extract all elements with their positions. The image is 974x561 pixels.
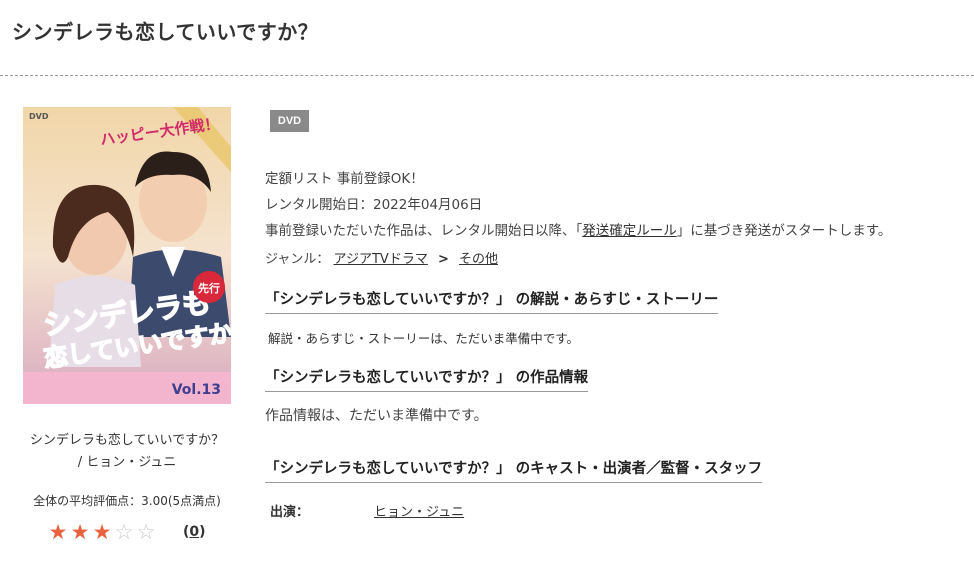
star-icon-empty: ☆ <box>136 520 156 544</box>
review-count: (0) <box>183 524 206 540</box>
fixed-list-text: 定額リスト 事前登録OK！ <box>265 171 424 187</box>
cover-illustration: ハッピー大作戦！ シンデレラも 恋していいですか? 先行 Vol.13 DVD <box>23 107 231 404</box>
caption-title: シンデレラも恋していいですか？ <box>29 433 225 448</box>
cover-volume-text: Vol.13 <box>172 382 221 398</box>
synopsis-heading: 「シンデレラも恋していいですか？」 の解説・あらすじ・ストーリー <box>265 288 719 314</box>
cover-caption: シンデレラも恋していいですか？ / ヒョン・ジュニ <box>0 430 254 474</box>
shipping-rule-link[interactable]: 発送確定ルール <box>582 223 677 239</box>
caption-artist: / ヒョン・ジュニ <box>77 455 177 470</box>
genre-label: ジャンル： <box>265 252 330 267</box>
breadcrumb-separator: > <box>437 252 449 267</box>
cast-heading: 「シンデレラも恋していいですか？」 のキャスト・出演者／監督・スタッフ <box>265 457 763 483</box>
synopsis-text: 解説・あらすじ・ストーリーは、ただいま準備中です。 <box>268 331 580 346</box>
star-icon-filled: ★ <box>92 520 112 544</box>
svg-text:DVD: DVD <box>29 112 49 121</box>
cast-label: 出演： <box>270 505 310 520</box>
review-count-link[interactable]: 0 <box>189 524 199 540</box>
work-info-text: 作品情報は、ただいま準備中です。 <box>265 408 488 424</box>
genre-link-asia-tv-drama[interactable]: アジアTVドラマ <box>334 252 428 267</box>
preregister-notice: 事前登録いただいた作品は、レンタル開始日以降、「発送確定ルール」に基づき発送がス… <box>265 223 892 239</box>
genre-row: ジャンル： アジアTVドラマ > その他 <box>265 248 498 267</box>
format-badge: DVD <box>270 110 309 132</box>
cover-badge-text: 先行 <box>198 281 220 295</box>
title-divider <box>0 75 974 76</box>
work-info-heading: 「シンデレラも恋していいですか？」 の作品情報 <box>265 366 589 392</box>
star-icon-filled: ★ <box>70 520 90 544</box>
cast-link-hyun-joonhee[interactable]: ヒョン・ジュニ <box>374 505 464 520</box>
page-title: シンデレラも恋していいですか？ <box>12 20 319 44</box>
rating-row: ★ ★ ★ ☆ ☆ (0) <box>47 519 206 545</box>
average-rating-text: 全体の平均評価点：3.00(5点満点) <box>33 494 221 508</box>
star-icon-filled: ★ <box>48 520 68 544</box>
rental-start-text: レンタル開始日：2022年04月06日 <box>265 197 483 213</box>
genre-link-other[interactable]: その他 <box>459 252 498 267</box>
star-icon-empty: ☆ <box>114 520 134 544</box>
cast-value: ヒョン・ジュニ <box>374 501 464 520</box>
dvd-cover-image[interactable]: ハッピー大作戦！ シンデレラも 恋していいですか? 先行 Vol.13 DVD <box>23 107 231 404</box>
